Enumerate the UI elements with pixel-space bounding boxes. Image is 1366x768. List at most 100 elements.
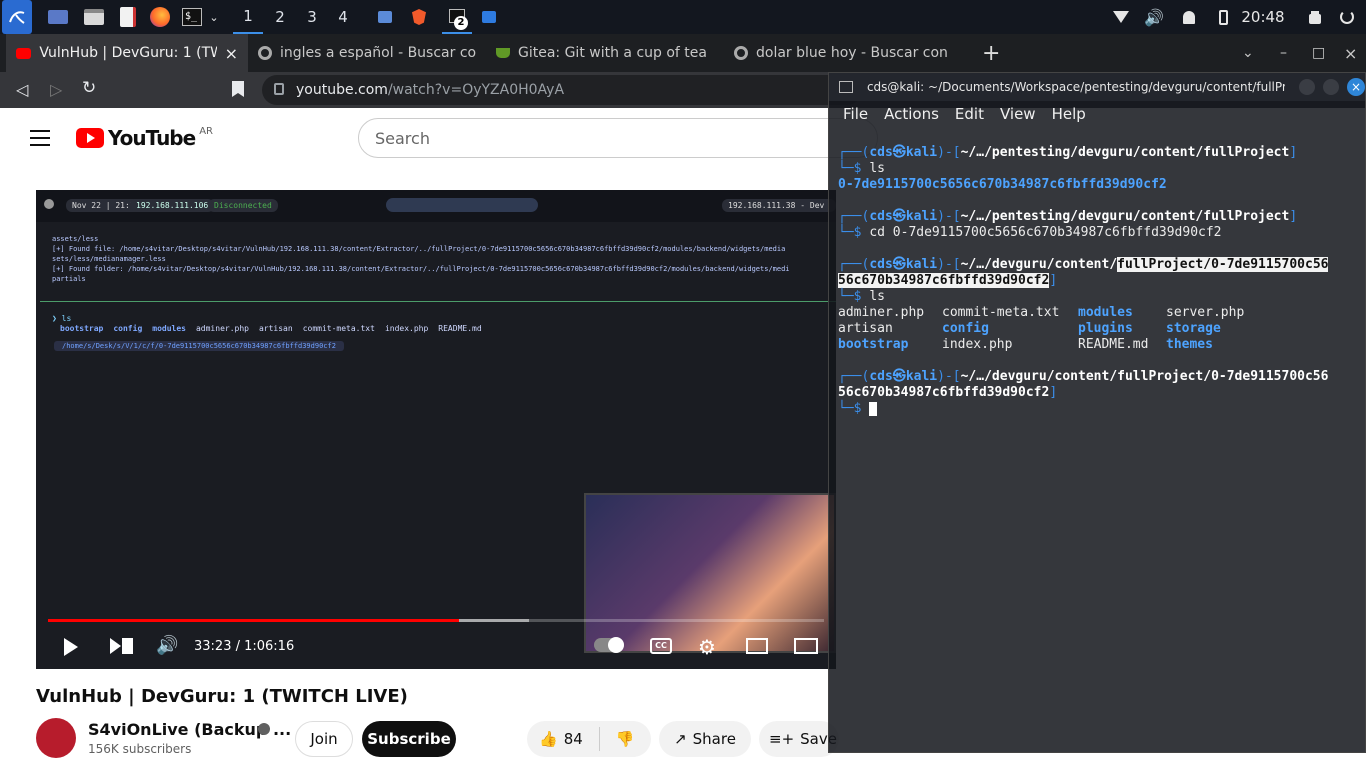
menu-help[interactable]: Help xyxy=(1052,105,1086,123)
kali-menu-icon[interactable] xyxy=(2,0,32,34)
prompt-path: 56c670b34987c6fbffd39d90cf2 xyxy=(838,385,1050,400)
window-button-brave[interactable] xyxy=(408,0,430,34)
terminal-title: cds@kali: ~/Documents/Workspace/pentesti… xyxy=(866,80,1286,94)
miniplayer-icon[interactable] xyxy=(746,638,768,654)
back-icon[interactable]: ◁ xyxy=(16,80,28,99)
terminal-icon xyxy=(839,81,853,93)
tab-vulnhub[interactable]: VulnHub | DevGuru: 1 (TWITC × xyxy=(6,34,248,72)
volume-icon[interactable]: 🔊 xyxy=(156,635,178,656)
maximize-icon[interactable] xyxy=(1323,79,1340,95)
site-info-icon[interactable] xyxy=(274,83,284,95)
menu-view[interactable]: View xyxy=(1000,105,1036,123)
lock-icon[interactable] xyxy=(1304,0,1326,34)
terminal-menubar: File Actions Edit View Help xyxy=(829,101,1365,127)
like-icon[interactable]: 👍 xyxy=(539,730,558,748)
notification-bell-icon[interactable] xyxy=(1178,0,1200,34)
play-icon[interactable] xyxy=(64,638,78,656)
share-icon: ↗ xyxy=(674,730,687,748)
autoplay-toggle[interactable] xyxy=(594,637,624,653)
verified-icon xyxy=(258,723,270,735)
theater-mode-icon[interactable] xyxy=(794,638,818,654)
tab-gitea[interactable]: Gitea: Git with a cup of tea xyxy=(486,34,724,72)
tab-title: Gitea: Git with a cup of tea xyxy=(518,45,707,61)
inner-terminal-output: assets/less [+] Found file: /home/s4vita… xyxy=(52,234,832,284)
search-input[interactable]: Search xyxy=(358,118,878,158)
window-button-terminal[interactable]: 2 xyxy=(442,0,472,34)
menu-actions[interactable]: Actions xyxy=(884,105,939,123)
save-button[interactable]: ≡+ Save xyxy=(759,721,839,757)
inner-ls-prompt: ❯ ls xyxy=(52,314,72,323)
workspace-3[interactable]: 3 xyxy=(297,0,327,34)
youtube-logo[interactable]: YouTube AR xyxy=(76,126,213,150)
address-bar[interactable]: youtube.com/watch?v=OyYZA0H0AyA xyxy=(262,75,862,105)
channel-avatar[interactable] xyxy=(36,718,76,758)
tab-title: ingles a español - Buscar con G xyxy=(280,45,476,61)
top-panel: $_ ⌄ 1 2 3 4 2 🔊 20:48 xyxy=(0,0,1366,34)
wifi-icon[interactable] xyxy=(1110,0,1132,34)
file-manager-icon[interactable] xyxy=(82,0,106,34)
menu-file[interactable]: File xyxy=(843,105,868,123)
join-button[interactable]: Join xyxy=(295,721,353,757)
workspace-4[interactable]: 4 xyxy=(328,0,358,34)
firefox-icon[interactable] xyxy=(148,0,172,34)
command: ls xyxy=(869,161,885,176)
inner-ls-item: README.md xyxy=(438,324,482,333)
bookmark-icon[interactable] xyxy=(232,81,244,97)
inner-ls-item: config xyxy=(113,324,143,333)
forward-icon[interactable]: ▷ xyxy=(50,80,62,99)
close-icon[interactable]: × xyxy=(1347,78,1365,96)
menu-edit[interactable]: Edit xyxy=(955,105,984,123)
like-count[interactable]: 84 xyxy=(564,730,583,748)
close-icon[interactable]: × xyxy=(225,44,238,63)
terminal-launcher-icon[interactable]: $_ xyxy=(180,0,204,34)
settings-gear-icon[interactable]: ⚙ xyxy=(698,635,716,659)
maximize-icon[interactable]: □ xyxy=(1302,34,1330,72)
command: cd 0-7de9115700c5656c670b34987c6fbffd39d… xyxy=(869,225,1222,240)
volume-icon[interactable]: 🔊 xyxy=(1143,0,1165,34)
ls-output: 0-7de9115700c5656c670b34987c6fbffd39d90c… xyxy=(838,177,1167,192)
new-tab-button[interactable]: + xyxy=(972,34,1002,72)
minimize-icon[interactable]: – xyxy=(1270,34,1298,72)
search-placeholder: Search xyxy=(375,128,430,148)
google-icon xyxy=(734,46,748,60)
prompt-user: cds xyxy=(869,369,893,384)
prompt-host: kali xyxy=(905,145,938,160)
video-title: VulnHub | DevGuru: 1 (TWITCH LIVE) xyxy=(36,686,408,707)
workspace-2[interactable]: 2 xyxy=(265,0,295,34)
inner-line: partials xyxy=(52,275,86,283)
minimize-icon[interactable] xyxy=(1299,79,1316,95)
terminal-output[interactable]: ┌──(cds㉿kali)-[~/…/pentesting/devguru/co… xyxy=(838,145,1329,417)
battery-icon[interactable] xyxy=(1212,0,1234,34)
reload-icon[interactable]: ↻ xyxy=(82,78,96,98)
clock[interactable]: 20:48 xyxy=(1240,0,1286,34)
close-window-icon[interactable]: × xyxy=(1334,34,1362,72)
text-editor-icon[interactable] xyxy=(116,0,140,34)
window-button-app[interactable] xyxy=(478,0,500,34)
terminal-window[interactable]: cds@kali: ~/Documents/Workspace/pentesti… xyxy=(828,72,1366,753)
inner-line: [+] Found file: /home/s4vitar/Desktop/s4… xyxy=(52,245,786,253)
share-button[interactable]: ↗ Share xyxy=(659,721,751,757)
progress-track[interactable] xyxy=(48,619,824,622)
desktop-icon[interactable] xyxy=(46,0,70,34)
hamburger-menu-icon[interactable] xyxy=(30,130,50,146)
terminal-titlebar[interactable]: cds@kali: ~/Documents/Workspace/pentesti… xyxy=(829,73,1365,101)
inner-ip2: 192.168.111.38 - Dev xyxy=(722,199,836,212)
tab-list-chevron-icon[interactable]: ⌄ xyxy=(1232,34,1260,72)
tab-dolar[interactable]: dolar blue hoy - Buscar con Go xyxy=(724,34,962,72)
prompt-user: cds xyxy=(869,209,893,224)
dislike-icon[interactable]: 👎 xyxy=(616,730,635,748)
captions-icon[interactable]: CC xyxy=(650,638,672,654)
tab-ingles[interactable]: ingles a español - Buscar con G xyxy=(248,34,486,72)
power-icon[interactable] xyxy=(1336,0,1358,34)
window-button-desktop[interactable] xyxy=(374,0,396,34)
next-icon[interactable] xyxy=(110,638,121,654)
workspace-1[interactable]: 1 xyxy=(233,0,263,34)
prompt-host: kali xyxy=(905,369,938,384)
terminal-cursor xyxy=(869,401,878,416)
subscribe-button[interactable]: Subscribe xyxy=(362,721,456,757)
selected-text: fullProject/0-7de9115700c56 xyxy=(1117,257,1329,272)
prompt-host: kali xyxy=(905,209,938,224)
video-player[interactable]: Nov 22 | 21:15 192.168.111.106 Disconnec… xyxy=(36,190,836,669)
url-host: youtube.com xyxy=(296,82,388,98)
chevron-down-icon[interactable]: ⌄ xyxy=(206,0,222,34)
